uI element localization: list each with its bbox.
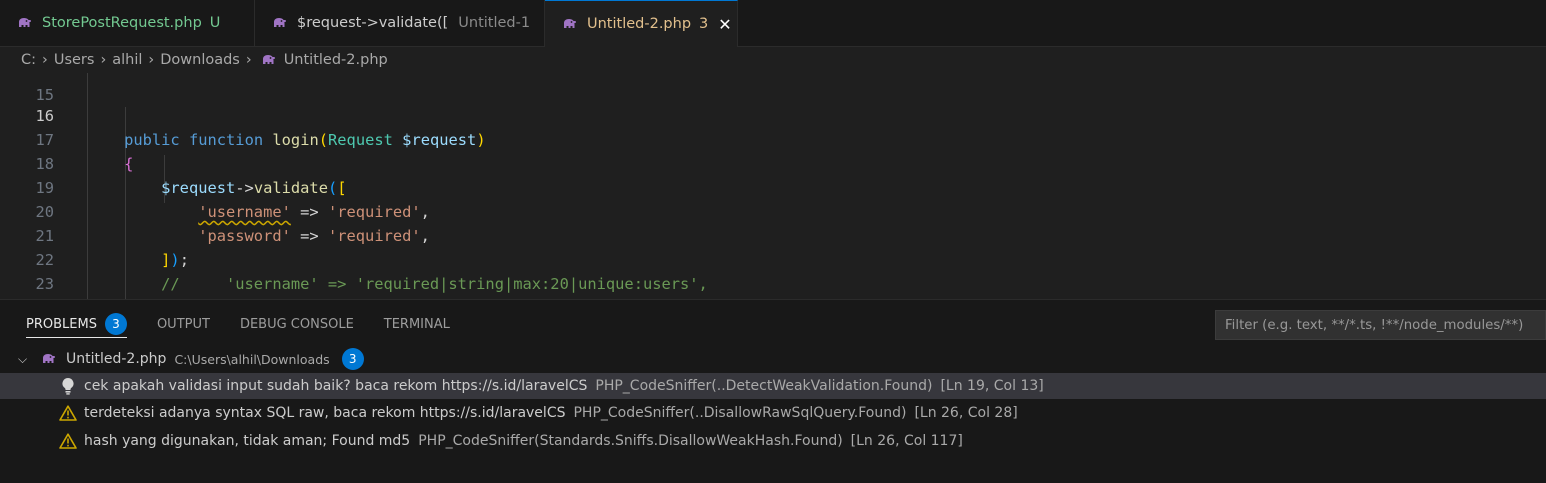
problem-message: terdeteksi adanya syntax SQL raw, baca r… [84, 405, 566, 421]
breadcrumb: C: › Users › alhil › Downloads › Untitle… [0, 47, 1546, 73]
file-name: Untitled-2.php [66, 351, 167, 367]
bottom-panel: PROBLEMS 3 OUTPUT DEBUG CONSOLE TERMINAL… [0, 299, 1546, 483]
tab-label: OUTPUT [156, 316, 210, 332]
problem-item[interactable]: terdeteksi adanya syntax SQL raw, baca r… [0, 400, 1546, 426]
problem-message: cek apakah validasi input sudah baik? ba… [84, 378, 588, 394]
warning-icon [59, 405, 77, 421]
code-line: 16 public function login(Request $reques… [0, 80, 1546, 149]
code-line: 17 { [0, 104, 1546, 173]
php-file-icon [561, 17, 577, 31]
tab-untitled-2[interactable]: Untitled-2.php 3 ✕ [545, 0, 738, 47]
file-path: C:\Users\alhil\Downloads [174, 351, 330, 367]
tab-storepostrequest[interactable]: StorePostRequest.php U [0, 0, 255, 46]
editor-tab-bar: StorePostRequest.php U $request->validat… [0, 0, 1546, 47]
problems-filter-input[interactable] [1215, 310, 1546, 340]
tab-label: TERMINAL [383, 316, 450, 332]
code-line: 24 // 'password' => 'required|string|min… [0, 272, 1546, 296]
tab-output[interactable]: OUTPUT [157, 300, 210, 348]
code-line: 21 ]); [0, 200, 1546, 269]
tab-label: StorePostRequest.php [42, 15, 202, 31]
php-file-icon [271, 16, 287, 30]
problem-source: PHP_CodeSniffer(Standards.Sniffs.Disallo… [418, 433, 843, 449]
chevron-right-icon: › [148, 52, 155, 68]
breadcrumb-users[interactable]: Users [54, 52, 95, 68]
tab-label: Untitled-2.php [587, 16, 692, 32]
tab-label: PROBLEMS [26, 316, 97, 332]
problem-source: PHP_CodeSniffer(..DetectWeakValidation.F… [595, 378, 933, 394]
code-line: 20 'password' => 'required', [0, 176, 1546, 245]
code-editor[interactable]: 15 16 public function login(Request $req… [0, 73, 1546, 299]
code-line: 19 'username' => 'required', [0, 152, 1546, 221]
problem-source: PHP_CodeSniffer(..DisallowRawSqlQuery.Fo… [573, 405, 907, 421]
tab-label: DEBUG CONSOLE [239, 316, 354, 332]
problem-location: [Ln 26, Col 28] [914, 405, 1018, 421]
code-line: 23 // 'email' => 'required|string|email|… [0, 248, 1546, 293]
lightbulb-icon[interactable] [59, 377, 77, 395]
tab-label: $request->validate([ [297, 15, 449, 31]
chevron-down-icon[interactable]: ⌵ [18, 352, 32, 367]
tab-terminal[interactable]: TERMINAL [384, 300, 450, 348]
panel-tabs: PROBLEMS 3 OUTPUT DEBUG CONSOLE TERMINAL [0, 300, 480, 348]
chevron-right-icon: › [42, 52, 48, 68]
chevron-right-icon: › [245, 52, 252, 68]
git-status-badge: U [209, 15, 221, 31]
problem-item[interactable]: cek apakah validasi input sudah baik? ba… [0, 373, 1546, 399]
file-problem-count: 3 [341, 348, 364, 370]
breadcrumb-downloads[interactable]: Downloads [160, 52, 240, 68]
problem-item[interactable]: hash yang digunakan, tidak aman; Found m… [0, 428, 1546, 454]
warning-icon [59, 433, 77, 449]
problem-location: [Ln 19, Col 13] [940, 378, 1044, 394]
breadcrumb-alhil[interactable]: alhil [112, 52, 142, 68]
tab-debug-console[interactable]: DEBUG CONSOLE [240, 300, 354, 348]
tab-untitled-1[interactable]: $request->validate([ Untitled-1 [255, 0, 545, 46]
code-line: 18 $request->validate([ [0, 128, 1546, 197]
problem-message: hash yang digunakan, tidak aman; Found m… [84, 433, 411, 449]
tab-problems[interactable]: PROBLEMS 3 [26, 300, 127, 348]
breadcrumb-drive[interactable]: C: [21, 52, 36, 68]
problem-count-badge: 3 [104, 313, 127, 335]
tab-description: Untitled-1 [458, 15, 531, 31]
problems-file-group[interactable]: ⌵ Untitled-2.php C:\Users\alhil\Download… [0, 348, 1546, 370]
problem-location: [Ln 26, Col 117] [850, 433, 963, 449]
breadcrumb-file[interactable]: Untitled-2.php [284, 52, 388, 68]
close-icon[interactable]: ✕ [718, 15, 731, 34]
code-line: 22 // 'username' => 'required|string|max… [0, 224, 1546, 293]
php-file-icon [16, 16, 32, 30]
chevron-right-icon: › [100, 52, 107, 68]
php-file-icon [40, 352, 56, 366]
problem-count-badge: 3 [699, 16, 709, 32]
php-file-icon [260, 53, 276, 67]
